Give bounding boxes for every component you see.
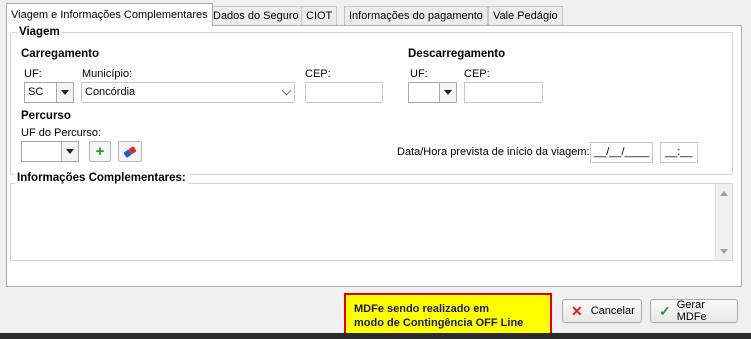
carregamento-municipio-label: Município: <box>82 68 133 80</box>
percurso-title: Percurso <box>21 110 71 122</box>
tab-informacoes-pagamento[interactable]: Informações do pagamento <box>344 6 488 25</box>
percurso-uf-label: UF do Percurso: <box>21 127 102 139</box>
generate-mdfe-button[interactable]: ✓ Gerar MDFe <box>650 299 738 323</box>
descarregamento-uf-select[interactable] <box>408 82 457 103</box>
x-icon: ✕ <box>571 302 583 319</box>
info-complementares-textarea[interactable] <box>10 183 733 261</box>
chevron-down-icon[interactable] <box>278 83 294 102</box>
cancel-button[interactable]: ✕ Cancelar <box>562 299 642 323</box>
carregamento-uf-value: SC <box>28 86 44 98</box>
alert-line-1: MDFe sendo realizado em <box>354 303 490 315</box>
carregamento-municipio-value: Concórdia <box>85 86 136 98</box>
bottom-bar <box>0 333 751 339</box>
descarregamento-uf-label: UF: <box>410 68 428 80</box>
clear-percurso-button[interactable] <box>118 141 142 162</box>
tab-ciot[interactable]: CIOT <box>301 6 338 25</box>
data-hora-label: Data/Hora prevista de início da viagem: <box>397 146 590 158</box>
generate-label: Gerar MDFe <box>676 299 707 323</box>
chevron-down-icon[interactable] <box>61 142 78 161</box>
eraser-icon <box>123 145 137 158</box>
tab-viagem[interactable]: Viagem e Informações Complementares <box>6 3 213 26</box>
descarregamento-cep-input[interactable] <box>464 82 543 103</box>
plus-icon: + <box>95 143 105 160</box>
chevron-down-icon[interactable] <box>56 83 73 102</box>
descarregamento-title: Descarregamento <box>408 48 506 60</box>
descarregamento-cep-label: CEP: <box>464 68 490 80</box>
check-icon: ✓ <box>659 302 671 319</box>
tab-bar: Viagem e Informações Complementares Dado… <box>0 0 751 26</box>
carregamento-uf-label: UF: <box>24 68 42 80</box>
tab-dados-seguro[interactable]: Dados do Seguro <box>208 6 304 25</box>
carregamento-title: Carregamento <box>21 48 99 60</box>
alert-line-2: modo de Contingência OFF Line <box>354 317 524 329</box>
contingency-alert: MDFe sendo realizado em modo de Contingê… <box>344 293 552 337</box>
info-complementares-title: Informações Complementares: <box>15 172 188 184</box>
carregamento-cep-input[interactable] <box>305 82 383 103</box>
scroll-down-icon[interactable] <box>720 249 728 254</box>
tab-panel: Viagem Carregamento UF: SC Município: Co… <box>6 25 742 287</box>
hora-viagem-input[interactable]: __:__ <box>660 142 698 163</box>
add-percurso-button[interactable]: + <box>89 141 111 162</box>
carregamento-uf-select[interactable]: SC <box>24 82 74 103</box>
cancel-label: Cancelar <box>590 305 635 317</box>
percurso-uf-select[interactable] <box>21 141 79 162</box>
scroll-up-icon[interactable] <box>720 191 728 196</box>
chevron-down-icon[interactable] <box>439 83 456 102</box>
vertical-scrollbar[interactable] <box>715 184 732 260</box>
viagem-title: Viagem <box>17 26 62 38</box>
tab-vale-pedagio[interactable]: Vale Pedágio <box>488 6 563 25</box>
data-viagem-input[interactable]: __/__/____ <box>590 142 653 163</box>
carregamento-municipio-select[interactable]: Concórdia <box>81 82 295 103</box>
carregamento-cep-label: CEP: <box>305 68 331 80</box>
